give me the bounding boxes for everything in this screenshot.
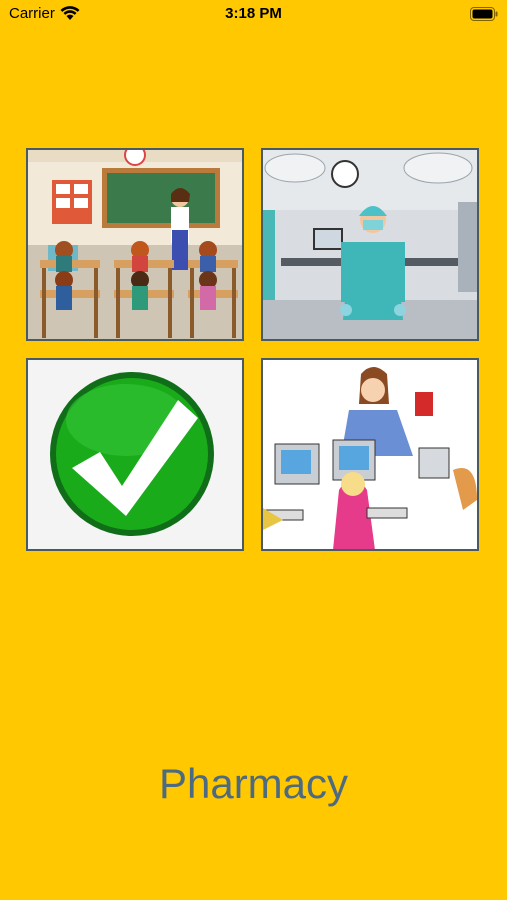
- clock: 3:18 PM: [225, 5, 282, 22]
- checkmark-tile[interactable]: [26, 358, 244, 551]
- battery-icon: [470, 7, 498, 21]
- status-bar: Carrier 3:18 PM: [0, 0, 507, 28]
- classroom-picture: [28, 150, 242, 339]
- surgeon-tile[interactable]: [261, 148, 479, 341]
- computer-lab-picture: [263, 360, 477, 549]
- surgeon-picture: [263, 150, 477, 339]
- green-checkmark-picture: [28, 360, 242, 549]
- classroom-tile[interactable]: [26, 148, 244, 341]
- word-label: Pharmacy: [158, 760, 349, 807]
- computer-lab-tile[interactable]: [261, 358, 479, 551]
